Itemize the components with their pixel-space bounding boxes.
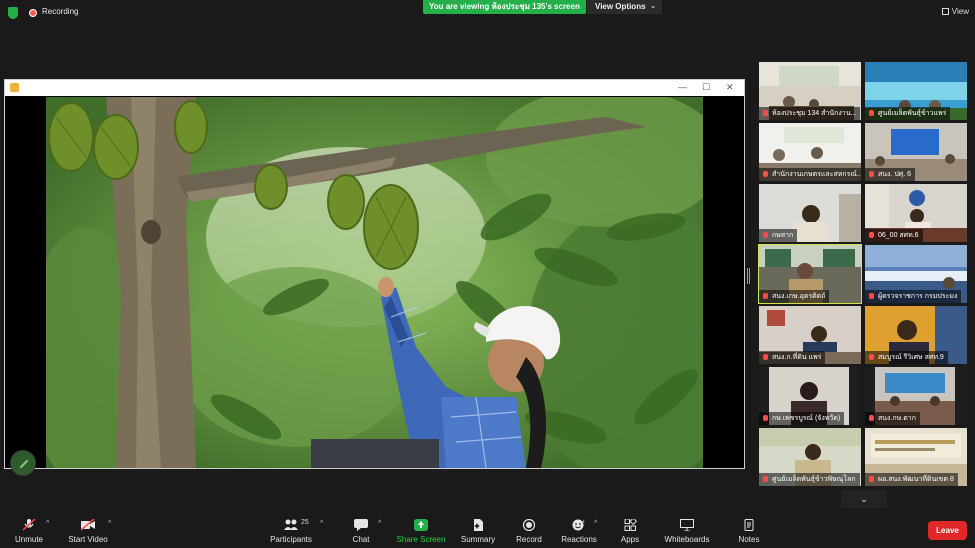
durian-orchard-photo [46, 97, 703, 468]
chevron-down-icon: ⌄ [860, 494, 868, 504]
participant-tile[interactable]: สนง.กษ.ตาก [865, 367, 967, 425]
summary-button[interactable]: Summary [458, 512, 498, 548]
view-options-button[interactable]: View Options ⌄ [587, 0, 662, 14]
svg-text:+: + [582, 519, 585, 525]
participant-name: สมบูรณ์ รีวิเศษ สศท.9 [865, 351, 948, 364]
close-icon: ✕ [726, 82, 734, 92]
participant-name: สำนักงานเกษตรและสหกรณ์... [759, 168, 861, 181]
notes-icon [744, 519, 754, 531]
resize-handle[interactable] [747, 268, 750, 284]
chat-options-caret-icon[interactable]: ^ [378, 520, 381, 527]
participant-tile[interactable]: ศูนย์เมล็ดพันธุ์ข้าวพิษณุโลก [759, 428, 861, 486]
participant-name: สนง.เกษ.อุตรดิตถ์ [759, 290, 830, 303]
share-screen-icon [414, 519, 428, 531]
leave-button[interactable]: Leave [928, 521, 967, 540]
start-video-label: Start Video [68, 535, 108, 544]
reactions-label: Reactions [561, 535, 597, 544]
gallery-next-page-button[interactable]: ⌄ [841, 490, 887, 508]
share-screen-label: Share Screen [396, 535, 446, 544]
participant-name: กษ.เพชรบูรณ์ (จังหวัด) [759, 412, 845, 425]
reactions-smiley-icon: + [572, 519, 585, 531]
record-button[interactable]: Record [512, 512, 546, 548]
participants-options-caret-icon[interactable]: ^ [320, 520, 323, 527]
whiteboard-icon [680, 519, 694, 531]
chevron-down-icon: ⌄ [650, 3, 656, 10]
muted-microphone-icon [22, 519, 36, 531]
grid-view-icon [941, 8, 949, 15]
participants-label: Participants [270, 535, 312, 544]
participant-tile[interactable]: สำนักงานเกษตรและสหกรณ์... [759, 123, 861, 181]
participant-tile[interactable]: ศูนย์เมล็ดพันธุ์ข้าวแพร่ [865, 62, 967, 120]
shared-window-titlebar: — ☐ ✕ [5, 80, 744, 96]
annotate-pencil-icon[interactable] [10, 450, 36, 476]
apps-label: Apps [620, 535, 640, 544]
view-options-label: View Options [595, 2, 646, 11]
participants-button[interactable]: Participants [266, 512, 316, 548]
summary-label: Summary [460, 535, 496, 544]
notes-button[interactable]: Notes [734, 512, 764, 548]
zoom-meeting-window: Recording You are viewing ห้องประชุม 135… [0, 0, 975, 548]
start-video-button[interactable]: Start Video [64, 512, 112, 548]
reactions-button[interactable]: + Reactions [558, 512, 600, 548]
participant-tile[interactable]: สนง.ก.ที่ดิน แพร่ [759, 306, 861, 364]
participant-tile[interactable]: สมบูรณ์ รีวิเศษ สศท.9 [865, 306, 967, 364]
minimize-icon: — [678, 82, 687, 92]
unmute-button[interactable]: Unmute [10, 512, 48, 548]
apps-icon [624, 519, 637, 531]
participant-name: กษสาก [759, 229, 798, 242]
participant-tile[interactable]: ผอ.สนง.พัฒนาที่ดินเขต 8 [865, 428, 967, 486]
participant-name: ผู้ตรวจราชการ กรมประมง [865, 290, 962, 303]
chat-label: Chat [352, 535, 370, 544]
record-icon [522, 519, 536, 531]
whiteboards-button[interactable]: Whiteboards [660, 512, 714, 548]
participant-name: 06_00 สศท.6 [865, 229, 923, 242]
participant-tile[interactable]: สนง. ปศุ. 6 [865, 123, 967, 181]
maximize-icon: ☐ [702, 82, 711, 92]
share-screen-button[interactable]: Share Screen [396, 512, 446, 548]
participant-tile[interactable]: 06_00 สศท.6 [865, 184, 967, 242]
participant-name: สนง.กษ.ตาก [865, 412, 920, 425]
reactions-options-caret-icon[interactable]: ^ [594, 520, 597, 527]
viewing-screen-banner: You are viewing ห้องประชุม 135's screen [423, 0, 586, 14]
recording-icon [29, 9, 37, 17]
security-shield-icon[interactable] [8, 7, 18, 19]
participant-tile[interactable]: ผู้ตรวจราชการ กรมประมง [865, 245, 967, 303]
participant-name: ศูนย์เมล็ดพันธุ์ข้าวแพร่ [865, 107, 951, 120]
unmute-label: Unmute [14, 535, 43, 544]
chat-bubble-icon [354, 519, 368, 531]
participant-name: ศูนย์เมล็ดพันธุ์ข้าวพิษณุโลก [759, 473, 860, 486]
participant-tile-active-speaker[interactable]: สนง.เกษ.อุตรดิตถ์ [758, 244, 862, 304]
view-button[interactable]: View [941, 7, 969, 16]
chat-button[interactable]: Chat [348, 512, 374, 548]
participant-count: 25 [301, 519, 309, 526]
shared-screen: — ☐ ✕ [4, 79, 745, 469]
apps-button[interactable]: Apps [616, 512, 644, 548]
participant-name: ผอ.สนง.พัฒนาที่ดินเขต 8 [865, 473, 958, 486]
participant-name: สนง. ปศุ. 6 [865, 168, 916, 181]
participant-gallery: ห้องประชุม 134 สำนักงาน... ศูนย์เมล็ดพัน… [758, 62, 969, 487]
summary-document-icon [474, 519, 483, 531]
meeting-toolbar: Unmute ^ Start Video ^ Participants 25 ^… [0, 512, 975, 548]
audio-options-caret-icon[interactable]: ^ [46, 520, 49, 527]
participant-tile[interactable]: กษสาก [759, 184, 861, 242]
whiteboards-label: Whiteboards [664, 535, 710, 544]
record-label: Record [516, 535, 542, 544]
app-icon [10, 83, 19, 92]
photo-illustration [46, 97, 703, 468]
participant-name: สนง.ก.ที่ดิน แพร่ [759, 351, 826, 364]
participant-tile[interactable]: กษ.เพชรบูรณ์ (จังหวัด) [759, 367, 861, 425]
view-label: View [951, 7, 969, 16]
participants-icon [284, 519, 298, 530]
top-bar: Recording You are viewing ห้องประชุม 135… [0, 0, 975, 26]
participant-tile[interactable]: ห้องประชุม 134 สำนักงาน... [759, 62, 861, 120]
participant-name: ห้องประชุม 134 สำนักงาน... [759, 107, 861, 120]
video-off-icon [81, 519, 95, 531]
recording-label: Recording [42, 7, 79, 16]
notes-label: Notes [738, 535, 760, 544]
video-options-caret-icon[interactable]: ^ [108, 520, 111, 527]
